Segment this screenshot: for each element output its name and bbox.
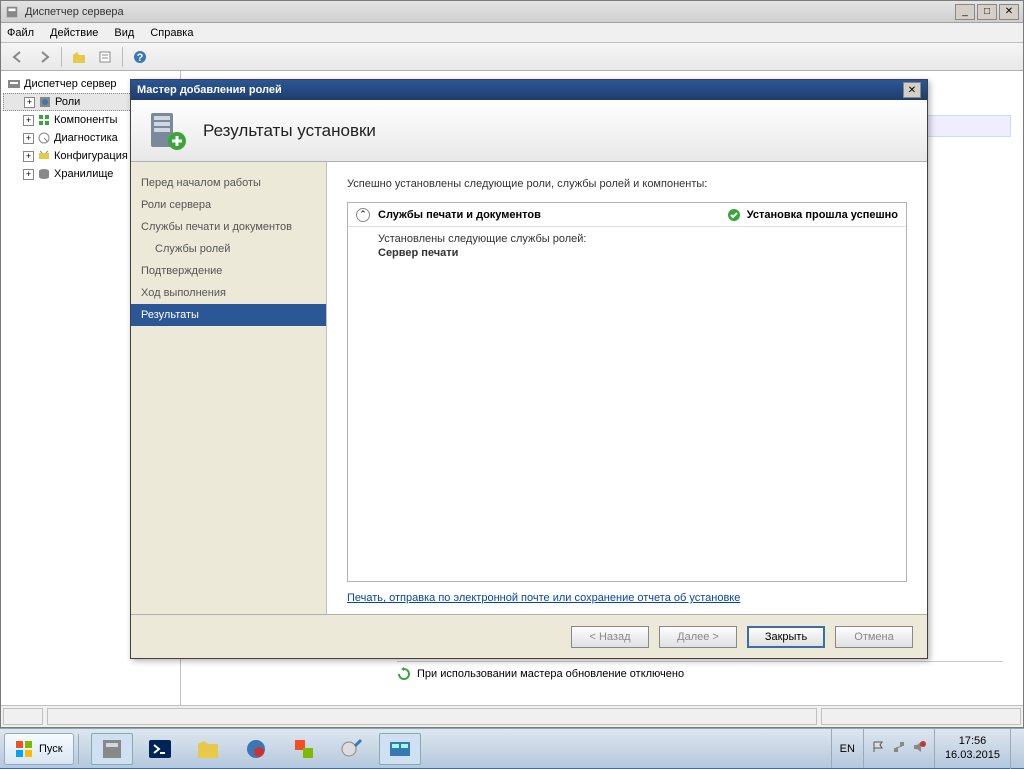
task-powershell[interactable] bbox=[139, 733, 181, 765]
wizard-nav: Перед началом работы Роли сервера Службы… bbox=[131, 162, 327, 614]
task-app-1[interactable] bbox=[235, 733, 277, 765]
nav-results[interactable]: Результаты bbox=[131, 304, 326, 326]
properties-button[interactable] bbox=[94, 46, 116, 68]
install-status: Установка прошла успешно bbox=[747, 209, 898, 221]
wizard-content: Успешно установлены следующие роли, служ… bbox=[327, 162, 927, 614]
back-button[interactable] bbox=[7, 46, 29, 68]
refresh-status: При использовании мастера обновление отк… bbox=[417, 668, 684, 680]
clock-time: 17:56 bbox=[945, 735, 1000, 748]
nav-progress[interactable]: Ход выполнения bbox=[131, 282, 326, 304]
wizard-heading: Результаты установки bbox=[203, 121, 376, 141]
expand-icon[interactable]: + bbox=[23, 133, 34, 144]
next-button: Далее > bbox=[659, 626, 737, 648]
svg-text:?: ? bbox=[137, 52, 144, 64]
wizard-header: Результаты установки bbox=[131, 100, 927, 162]
language-indicator[interactable]: EN bbox=[832, 729, 864, 768]
close-button[interactable]: ✕ bbox=[999, 4, 1019, 20]
windows-logo-icon bbox=[15, 740, 33, 758]
menu-file[interactable]: Файл bbox=[7, 27, 34, 39]
expand-icon[interactable]: + bbox=[23, 151, 34, 162]
nav-before-begin[interactable]: Перед началом работы bbox=[131, 172, 326, 194]
close-wizard-button[interactable]: Закрыть bbox=[747, 626, 825, 648]
clock-date: 16.03.2015 bbox=[945, 749, 1000, 762]
add-roles-wizard: Мастер добавления ролей ✕ Результаты уст… bbox=[130, 79, 928, 659]
start-button[interactable]: Пуск bbox=[4, 733, 74, 765]
role-name: Службы печати и документов bbox=[378, 209, 727, 221]
toolbar: ? bbox=[1, 43, 1023, 71]
maximize-button[interactable]: □ bbox=[977, 4, 997, 20]
menu-action[interactable]: Действие bbox=[50, 27, 98, 39]
server-wizard-icon bbox=[145, 109, 189, 153]
window-title: Диспетчер сервера bbox=[25, 6, 955, 18]
show-desktop-button[interactable] bbox=[1010, 729, 1024, 769]
task-app-4[interactable] bbox=[379, 733, 421, 765]
report-link[interactable]: Печать, отправка по электронной почте ил… bbox=[347, 592, 907, 604]
info-band: При использовании мастера обновление отк… bbox=[397, 661, 1003, 681]
role-detail: Установлены следующие службы ролей: Серв… bbox=[348, 227, 906, 265]
cancel-button: Отмена bbox=[835, 626, 913, 648]
installed-service: Сервер печати bbox=[378, 247, 898, 259]
refresh-icon bbox=[397, 667, 411, 681]
back-button: < Назад bbox=[571, 626, 649, 648]
task-explorer[interactable] bbox=[187, 733, 229, 765]
role-row[interactable]: ⌃ Службы печати и документов Установка п… bbox=[348, 203, 906, 227]
task-server-manager[interactable] bbox=[91, 733, 133, 765]
success-icon bbox=[727, 208, 741, 222]
task-items bbox=[91, 733, 421, 765]
tray-volume-icon[interactable] bbox=[912, 740, 926, 757]
expand-icon[interactable]: + bbox=[23, 169, 34, 180]
tray-flag-icon[interactable] bbox=[872, 740, 886, 757]
up-button[interactable] bbox=[68, 46, 90, 68]
result-message: Успешно установлены следующие роли, служ… bbox=[347, 178, 907, 190]
expand-icon[interactable]: + bbox=[23, 115, 34, 126]
task-app-2[interactable] bbox=[283, 733, 325, 765]
system-tray: EN 17:56 16.03.2015 bbox=[831, 729, 1024, 768]
status-bar bbox=[1, 705, 1023, 727]
nav-server-roles[interactable]: Роли сервера bbox=[131, 194, 326, 216]
taskbar: Пуск EN 17:56 16.03.2015 bbox=[0, 728, 1024, 768]
result-list: ⌃ Службы печати и документов Установка п… bbox=[347, 202, 907, 582]
wizard-buttons: < Назад Далее > Закрыть Отмена bbox=[131, 614, 927, 658]
nav-print-services[interactable]: Службы печати и документов bbox=[131, 216, 326, 238]
server-manager-icon bbox=[5, 5, 19, 19]
start-label: Пуск bbox=[39, 743, 63, 755]
menu-bar: Файл Действие Вид Справка bbox=[1, 23, 1023, 43]
nav-confirm[interactable]: Подтверждение bbox=[131, 260, 326, 282]
tray-network-icon[interactable] bbox=[892, 740, 906, 757]
title-bar: Диспетчер сервера _ □ ✕ bbox=[1, 1, 1023, 23]
task-app-3[interactable] bbox=[331, 733, 373, 765]
minimize-button[interactable]: _ bbox=[955, 4, 975, 20]
wizard-close-button[interactable]: ✕ bbox=[903, 82, 921, 98]
wizard-title-bar: Мастер добавления ролей ✕ bbox=[131, 80, 927, 100]
expand-icon[interactable]: + bbox=[24, 97, 35, 108]
chevron-up-icon[interactable]: ⌃ bbox=[356, 208, 370, 222]
tray-clock[interactable]: 17:56 16.03.2015 bbox=[935, 735, 1010, 761]
forward-button[interactable] bbox=[33, 46, 55, 68]
menu-view[interactable]: Вид bbox=[114, 27, 134, 39]
nav-role-services[interactable]: Службы ролей bbox=[131, 238, 326, 260]
menu-help[interactable]: Справка bbox=[150, 27, 193, 39]
help-button[interactable]: ? bbox=[129, 46, 151, 68]
